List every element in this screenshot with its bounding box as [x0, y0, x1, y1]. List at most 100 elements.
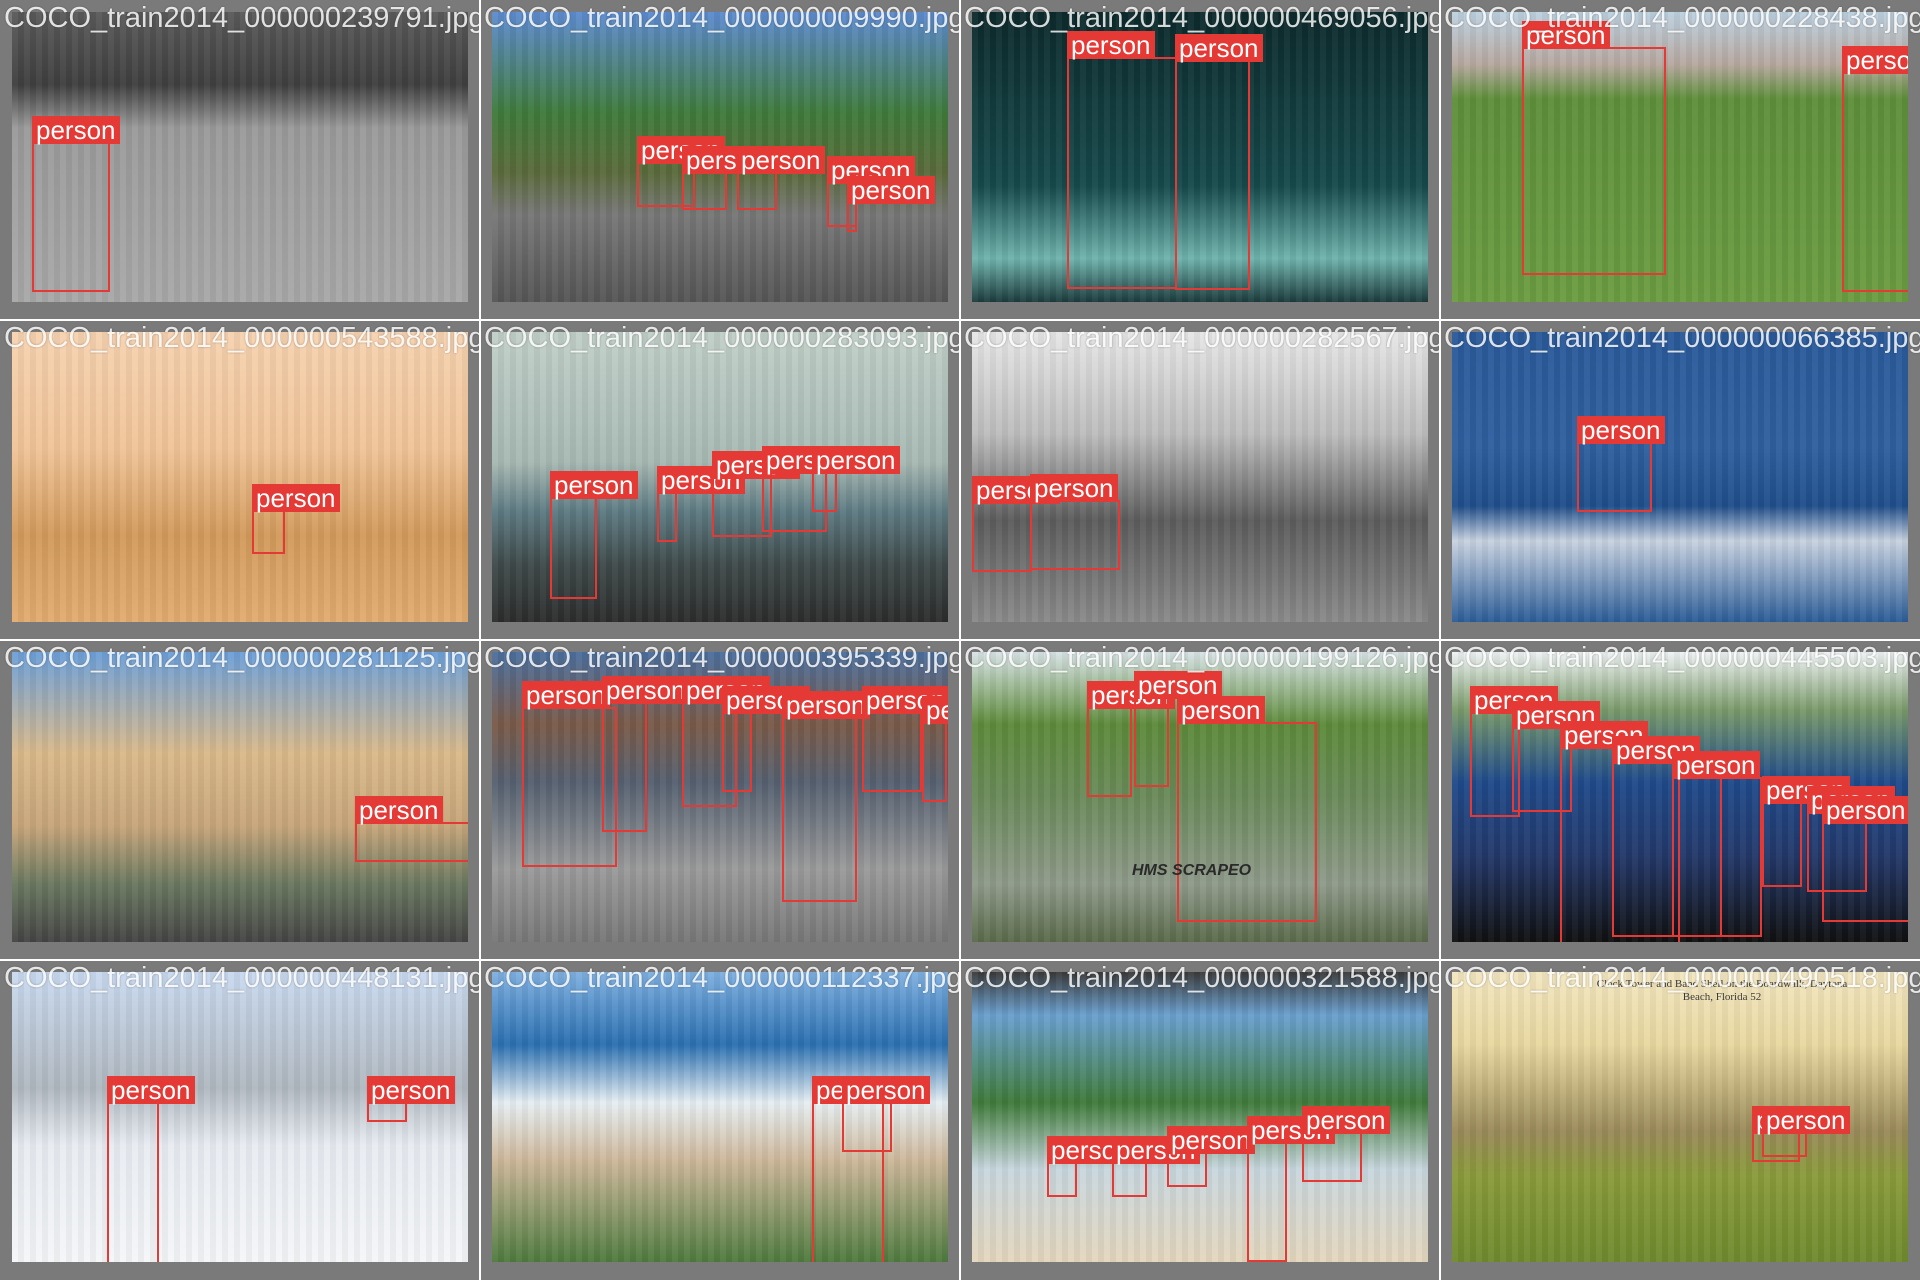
- person-bounding-box: person: [972, 476, 1060, 572]
- image-filename: COCO_train2014_000000490518.jpg: [1444, 962, 1920, 994]
- person-bounding-box: person: [657, 466, 745, 542]
- mosaic-tile: person person person person person COCO_train…: [480, 0, 960, 320]
- image-filename: COCO_train2014_000000009990.jpg: [484, 2, 960, 34]
- image-filename: COCO_train2014_000000448131.jpg: [4, 962, 480, 994]
- person-bounding-box: person: [1087, 681, 1175, 797]
- person-bounding-box: person: [1030, 474, 1120, 570]
- detection-label: person: [550, 471, 638, 499]
- mosaic-tile: person person person HMS SCRAPEO COCO_train2…: [960, 640, 1440, 960]
- person-bounding-box: person: [1167, 1126, 1255, 1187]
- detection-label: person: [922, 696, 948, 724]
- mosaic-tile: person person COCO_train2014_000000282567.…: [960, 320, 1440, 640]
- mosaic-tile: person COCO_train2014_000000239791.jpg: [0, 0, 480, 320]
- person-bounding-box: person: [847, 176, 935, 232]
- mosaic-tile: person person COCO_train2014_000000469056.…: [960, 0, 1440, 320]
- person-bounding-box: person: [1067, 31, 1177, 289]
- person-bounding-box: person: [1762, 1106, 1850, 1157]
- image-filename: COCO_train2014_000000239791.jpg: [4, 2, 480, 34]
- image-filename: COCO_train2014_000000543588.jpg: [4, 322, 480, 354]
- person-bounding-box: person: [1577, 416, 1665, 512]
- tile-image: person person person person person: [492, 332, 948, 622]
- detection-label: person: [1177, 696, 1265, 724]
- detection-label: person: [602, 676, 690, 704]
- detection-label: person: [522, 681, 610, 709]
- person-bounding-box: person: [812, 446, 900, 512]
- detection-label: person: [367, 1076, 455, 1104]
- tile-image: person person: [1452, 12, 1908, 302]
- image-filename: COCO_train2014_000000199126.jpg: [964, 642, 1440, 674]
- mosaic-tile: person person person person person COCO_train…: [960, 960, 1440, 1280]
- person-bounding-box: person: [32, 116, 120, 292]
- grid-separator-vertical: [1439, 0, 1441, 1280]
- tile-image: person person: [12, 972, 468, 1262]
- image-filename: COCO_train2014_000000281125.jpg: [4, 642, 480, 674]
- person-bounding-box: person: [1842, 46, 1908, 292]
- tile-image: personperson: [972, 12, 1428, 302]
- image-filename: COCO_train2014_000000445503.jpg: [1444, 642, 1920, 674]
- detection-label: person: [355, 796, 443, 824]
- person-bounding-box: person: [722, 686, 810, 792]
- detection-label: person: [1762, 1106, 1850, 1134]
- person-bounding-box: person: [355, 796, 468, 862]
- person-bounding-box: person: [1175, 34, 1263, 290]
- detection-label: person: [737, 146, 825, 174]
- mosaic-grid: person COCO_train2014_000000239791.jpg per…: [0, 0, 1920, 1280]
- detection-label: person: [1822, 796, 1908, 824]
- person-bounding-box: person: [862, 686, 948, 792]
- mosaic-tile: person person COCO_train2014_000000448131.…: [0, 960, 480, 1280]
- image-filename: COCO_train2014_000000283093.jpg: [484, 322, 960, 354]
- detection-label: person: [1672, 751, 1760, 779]
- mosaic-tile: personpersonClock Tower and Band Shell o…: [1440, 960, 1920, 1280]
- person-bounding-box: person: [252, 484, 340, 554]
- tile-image: personpersonpersonpersonpersonpersonpers…: [1452, 652, 1908, 942]
- image-filename: COCO_train2014_000000469056.jpg: [964, 2, 1440, 34]
- image-filename: COCO_train2014_000000321588.jpg: [964, 962, 1440, 994]
- image-filename: COCO_train2014_000000395339.jpg: [484, 642, 960, 674]
- detection-label: person: [812, 446, 900, 474]
- tile-image: person person person person person: [972, 972, 1428, 1262]
- person-bounding-box: person: [1822, 796, 1908, 922]
- person-bounding-box: person: [782, 691, 870, 902]
- person-bounding-box: person: [1302, 1106, 1390, 1182]
- image-filename: COCO_train2014_000000282567.jpg: [964, 322, 1440, 354]
- detection-label: person: [32, 116, 120, 144]
- mosaic-tile: personpersonCOCO_train2014_000000112337.…: [480, 960, 960, 1280]
- tile-texture: [12, 332, 468, 622]
- person-bounding-box: person: [107, 1076, 195, 1262]
- person-bounding-box: person: [682, 146, 770, 210]
- detection-label: person: [1175, 34, 1263, 62]
- mosaic-tile: person COCO_train2014_000000543588.jpg: [0, 320, 480, 640]
- mosaic-tile: person COCO_train2014_000000281125.jpg: [0, 640, 480, 960]
- detection-label: person: [1842, 46, 1908, 74]
- tile-image: person: [12, 12, 468, 302]
- grid-separator-horizontal: [0, 959, 1920, 961]
- image-filename: COCO_train2014_000000228438.jpg: [1444, 2, 1920, 34]
- mosaic-tile: person COCO_train2014_000000066385.jpg: [1440, 320, 1920, 640]
- person-bounding-box: person: [1247, 1116, 1335, 1262]
- person-bounding-box: person: [1134, 671, 1222, 787]
- detection-label: person: [1302, 1106, 1390, 1134]
- detection-label: person: [107, 1076, 195, 1104]
- person-bounding-box: person: [367, 1076, 455, 1122]
- boat-text: HMS SCRAPEO: [1132, 862, 1252, 879]
- person-bounding-box: person: [1112, 1136, 1200, 1197]
- detection-label: person: [1167, 1126, 1255, 1154]
- tile-image: person: [12, 652, 468, 942]
- detection-label: person: [1030, 474, 1118, 502]
- tile-image: person: [12, 332, 468, 622]
- person-bounding-box: person: [842, 1076, 930, 1152]
- person-bounding-box: person: [1047, 1136, 1135, 1197]
- tile-image: personperson: [492, 972, 948, 1262]
- tile-texture: [1452, 332, 1908, 622]
- mosaic-tile: personpersonCOCO_train2014_000000228438.…: [1440, 0, 1920, 320]
- detection-label: person: [842, 1076, 930, 1104]
- person-bounding-box: person: [1522, 21, 1666, 275]
- image-filename: COCO_train2014_000000112337.jpg: [484, 962, 960, 994]
- grid-separator-horizontal: [0, 639, 1920, 641]
- mosaic-tile: person person person person person COCO_train…: [480, 320, 960, 640]
- tile-image: person person person HMS SCRAPEO: [972, 652, 1428, 942]
- detection-label: person: [782, 691, 870, 719]
- person-bounding-box: person: [550, 471, 638, 599]
- image-filename: COCO_train2014_000000066385.jpg: [1444, 322, 1920, 354]
- person-bounding-box: person: [922, 696, 948, 802]
